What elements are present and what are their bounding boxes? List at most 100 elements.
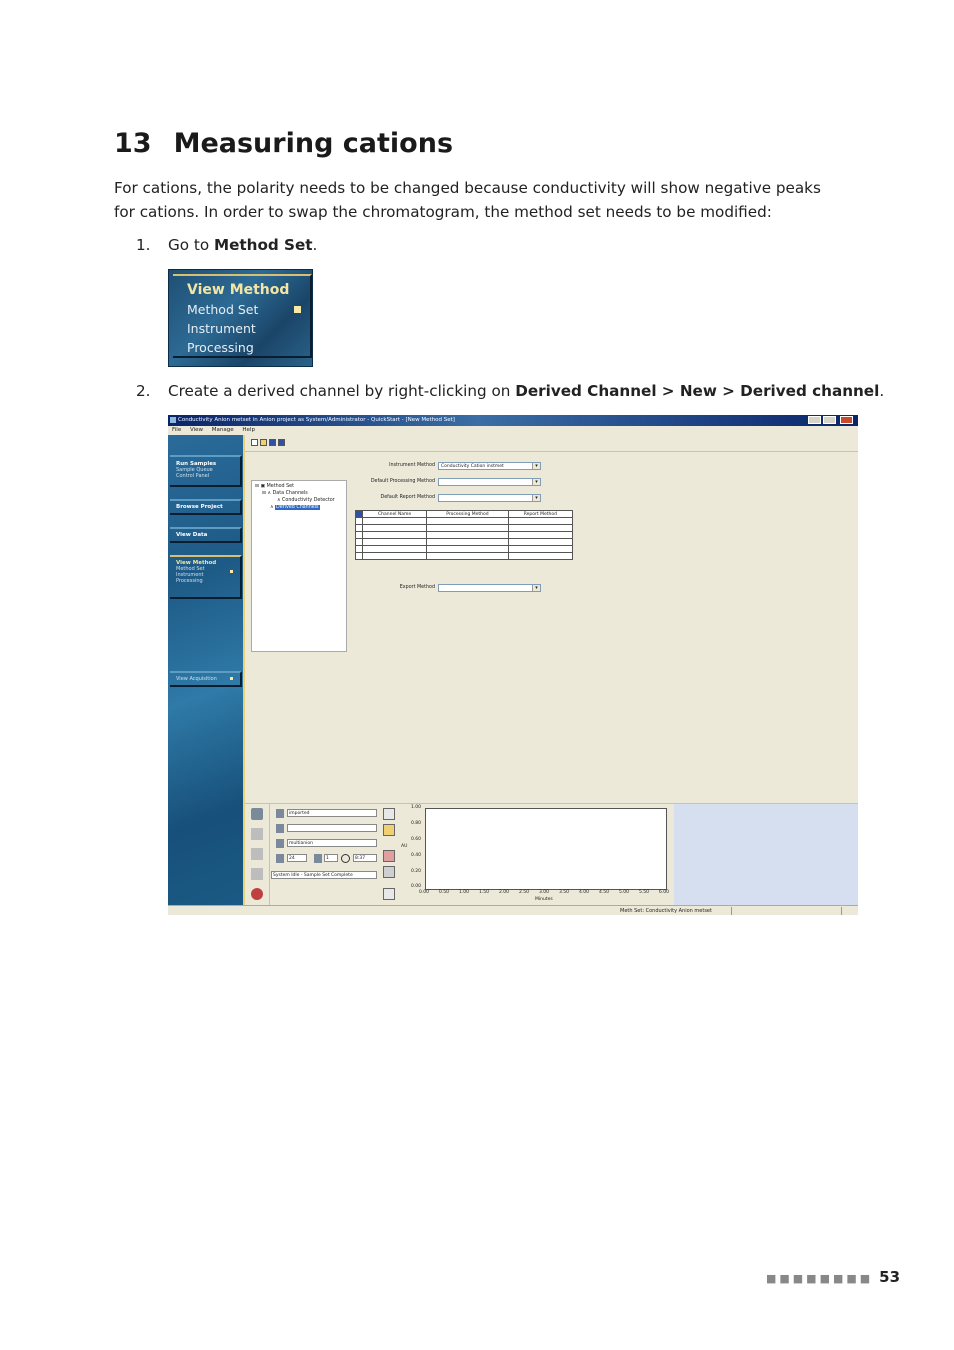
minimize-icon[interactable] [808, 416, 821, 424]
footer-dots: ■■■■■■■■ [766, 1272, 874, 1285]
open-icon[interactable] [260, 439, 267, 446]
menu-manage[interactable]: Manage [212, 427, 234, 433]
report-icon[interactable] [383, 850, 395, 862]
menu-view[interactable]: View [190, 427, 203, 433]
vial-icon[interactable] [251, 848, 263, 860]
menu-item-method-set[interactable]: Method Set [187, 302, 258, 317]
table-row[interactable] [355, 517, 574, 525]
x-tick: 0.50 [439, 890, 450, 895]
sample-icon[interactable] [251, 828, 263, 840]
tree-data-channels[interactable]: ⊟ ∧ Data Channels [262, 491, 308, 496]
method-field[interactable]: multianion [287, 839, 377, 847]
nav-browse-project[interactable]: Browse Project [170, 499, 242, 515]
page-number: 53 [879, 1268, 901, 1286]
x-tick: 4.50 [599, 890, 610, 895]
sample-set-icon [276, 824, 284, 833]
y-tick: 0.60 [411, 837, 422, 842]
navigation-bar: Run Samples Sample Queue Control Panel B… [168, 435, 243, 905]
y-tick: 0.40 [411, 853, 422, 858]
nav-view-data[interactable]: View Data [170, 527, 242, 543]
close-icon[interactable] [840, 416, 853, 424]
injection-icon [314, 854, 322, 863]
system-status: System Idle - Sample Set Complete [271, 871, 377, 879]
default-report-label: Default Report Method [380, 495, 435, 500]
x-tick: 3.00 [539, 890, 550, 895]
menu-item-processing[interactable]: Processing [187, 340, 254, 355]
nav-run-samples[interactable]: Run Samples Sample Queue Control Panel [170, 455, 242, 487]
chapter-heading: 13 Measuring cations [114, 128, 453, 159]
status-bar: Meth Set: Conductivity Anion metset [168, 905, 858, 915]
page-footer: ■■■■■■■■ 53 [766, 1268, 900, 1286]
integrate-icon[interactable] [383, 824, 395, 836]
quickstart-app-screenshot: Conductivity Anion metset in Anion proje… [168, 415, 858, 915]
vial-count-icon [276, 854, 284, 863]
y-tick: 0.20 [411, 869, 422, 874]
y-tick: 0.80 [411, 821, 422, 826]
table-row[interactable] [355, 545, 574, 553]
method-set-tree[interactable]: ⊟ ▣ Method Set ⊟ ∧ Data Channels ∧ Condu… [251, 480, 347, 652]
copy-icon[interactable] [251, 868, 263, 880]
x-tick: 2.50 [519, 890, 530, 895]
menu-header[interactable]: View Method [187, 282, 289, 298]
status-method-set: Meth Set: Conductivity Anion metset [620, 908, 712, 914]
toolbar [245, 435, 858, 452]
menubar: File View Manage Help [168, 426, 858, 435]
col-processing-method: Processing Method [426, 510, 509, 518]
table-corner-icon [355, 510, 363, 518]
tree-conductivity-detector[interactable]: ∧ Conductivity Detector [277, 498, 335, 503]
selected-square-icon [294, 306, 301, 313]
intro-paragraph: For cations, the polarity needs to be ch… [114, 179, 821, 221]
chapter-number: 13 [114, 128, 152, 159]
project-icon [276, 809, 284, 818]
window-titlebar: Conductivity Anion metset in Anion proje… [168, 415, 858, 426]
default-processing-select[interactable] [438, 478, 541, 486]
menu-help[interactable]: Help [242, 427, 255, 433]
chart-icon[interactable] [383, 808, 395, 820]
probe-icon[interactable] [251, 808, 263, 820]
injection-field: 1 [324, 854, 338, 862]
chromatogram-plot[interactable] [425, 808, 667, 890]
step-2: 2. Create a derived channel by right-clic… [136, 382, 885, 400]
channel-table[interactable]: Channel Name Processing Method Report Me… [355, 510, 574, 560]
vial-field: 24 [287, 854, 307, 862]
table-row[interactable] [355, 524, 574, 532]
chapter-title: Measuring cations [173, 128, 454, 159]
table-row[interactable] [355, 538, 574, 546]
x-tick: 4.00 [579, 890, 590, 895]
export-method-select[interactable] [438, 584, 541, 592]
menu-file[interactable]: File [172, 427, 181, 433]
step-1: 1. Go to Method Set. [136, 236, 318, 254]
method-icon [276, 839, 284, 848]
x-tick: 2.00 [499, 890, 510, 895]
square-icon [230, 677, 233, 680]
export-icon[interactable] [383, 888, 395, 900]
tree-derived-channels[interactable]: ∧ Derived Channels [270, 505, 320, 510]
tree-root[interactable]: ⊟ ▣ Method Set [255, 484, 294, 489]
view-method-menu-screenshot: View Method Method Set Instrument Proces… [168, 269, 313, 367]
default-processing-label: Default Processing Method [370, 479, 435, 484]
y-tick: 1.00 [411, 805, 422, 810]
save-all-icon[interactable] [278, 439, 285, 446]
export-method-label: Export Method [399, 585, 435, 590]
nav-view-method[interactable]: View Method Method Set Instrument Proces… [170, 555, 242, 599]
print-icon[interactable] [383, 866, 395, 878]
default-report-select[interactable] [438, 494, 541, 502]
menu-item-instrument[interactable]: Instrument [187, 321, 256, 336]
instrument-method-label: Instrument Method [389, 463, 435, 468]
save-icon[interactable] [269, 439, 276, 446]
table-row[interactable] [355, 552, 574, 560]
nav-view-acquisition[interactable]: View Acquisition [170, 671, 242, 687]
new-icon[interactable] [251, 439, 258, 446]
x-axis-label: Minutes [535, 897, 553, 902]
x-tick: 3.50 [559, 890, 570, 895]
selected-square-icon [230, 570, 233, 573]
instrument-method-select[interactable]: Conductivity Cation instmet [438, 462, 541, 470]
x-tick: 5.50 [639, 890, 650, 895]
sample-set-field[interactable] [287, 824, 377, 832]
x-tick: 5.00 [619, 890, 630, 895]
stop-icon[interactable] [251, 888, 263, 900]
project-field[interactable]: imported [287, 809, 377, 817]
maximize-icon[interactable] [823, 416, 836, 424]
window-title: Conductivity Anion metset in Anion proje… [178, 417, 455, 423]
table-row[interactable] [355, 531, 574, 539]
